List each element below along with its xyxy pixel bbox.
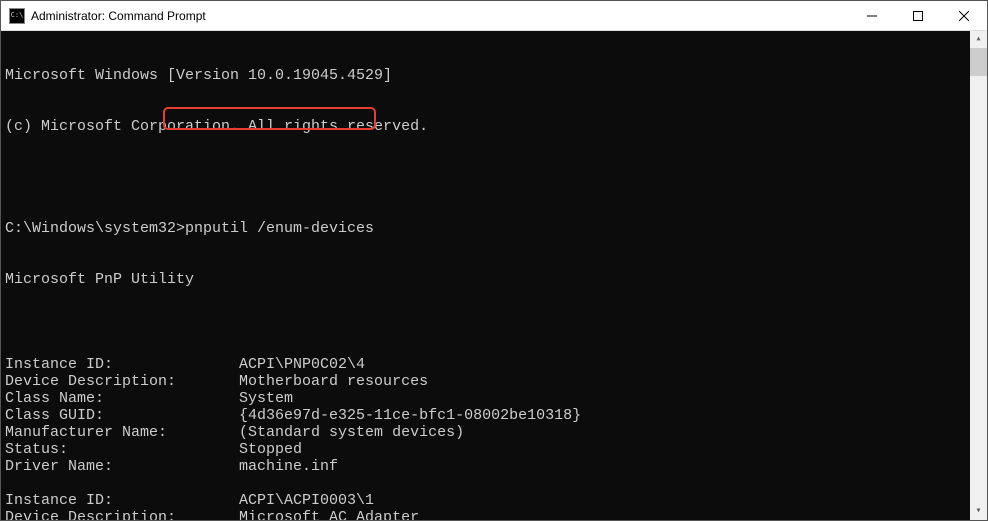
copyright-line: (c) Microsoft Corporation. All rights re… bbox=[5, 118, 987, 135]
utility-line: Microsoft PnP Utility bbox=[5, 271, 987, 288]
close-button[interactable] bbox=[941, 1, 987, 30]
prompt-path: C:\Windows\system32> bbox=[5, 220, 185, 237]
maximize-button[interactable] bbox=[895, 1, 941, 30]
vertical-scrollbar[interactable]: ▴ ▾ bbox=[970, 31, 987, 520]
scroll-thumb[interactable] bbox=[970, 48, 987, 76]
device-field-driver_name: Driver Name: machine.inf bbox=[5, 458, 987, 475]
console-area[interactable]: Microsoft Windows [Version 10.0.19045.45… bbox=[1, 31, 987, 520]
prompt-command: pnputil /enum-devices bbox=[185, 220, 374, 237]
device-field-class_name: Class Name: System bbox=[5, 390, 987, 407]
device-field-instance_id: Instance ID: ACPI\ACPI0003\1 bbox=[5, 492, 987, 509]
scroll-up-arrow[interactable]: ▴ bbox=[970, 31, 987, 48]
version-line: Microsoft Windows [Version 10.0.19045.45… bbox=[5, 67, 987, 84]
device-field-status: Status: Stopped bbox=[5, 441, 987, 458]
prompt-line: C:\Windows\system32>pnputil /enum-device… bbox=[5, 220, 987, 237]
device-field-device_description: Device Description: Motherboard resource… bbox=[5, 373, 987, 390]
scroll-down-arrow[interactable]: ▾ bbox=[970, 503, 987, 520]
device-field-manufacturer_name: Manufacturer Name: (Standard system devi… bbox=[5, 424, 987, 441]
blank-line bbox=[5, 169, 987, 186]
device-block: Instance ID: ACPI\ACPI0003\1Device Descr… bbox=[5, 492, 987, 520]
titlebar[interactable]: Administrator: Command Prompt bbox=[1, 1, 987, 31]
cmd-icon bbox=[9, 8, 25, 24]
minimize-button[interactable] bbox=[849, 1, 895, 30]
window-title: Administrator: Command Prompt bbox=[31, 9, 849, 23]
device-field-class_guid: Class GUID: {4d36e97d-e325-11ce-bfc1-080… bbox=[5, 407, 987, 424]
device-field-device_description: Device Description: Microsoft AC Adapter bbox=[5, 509, 987, 520]
device-field-instance_id: Instance ID: ACPI\PNP0C02\4 bbox=[5, 356, 987, 373]
device-block: Instance ID: ACPI\PNP0C02\4Device Descri… bbox=[5, 356, 987, 475]
window-controls bbox=[849, 1, 987, 30]
